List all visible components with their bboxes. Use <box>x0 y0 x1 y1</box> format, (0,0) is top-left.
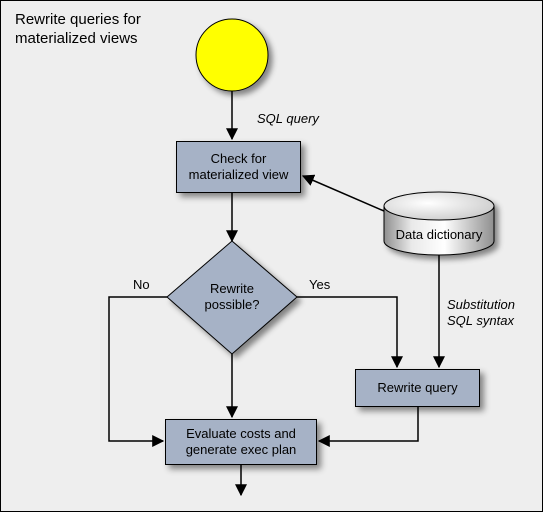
yes-label: Yes <box>309 277 330 292</box>
rewrite-query-node: Rewrite query <box>355 369 480 407</box>
check-node: Check for materialized view <box>176 141 301 193</box>
decision-text: Rewrite possible? <box>187 277 277 317</box>
data-dictionary-node <box>384 192 494 255</box>
evaluate-node: Evaluate costs and generate exec plan <box>165 419 317 465</box>
edge-rewrite-to-evaluate <box>319 407 418 441</box>
sql-query-label: SQL query <box>257 111 319 126</box>
start-node <box>196 19 268 91</box>
no-label: No <box>133 277 150 292</box>
edge-no-branch <box>109 297 167 441</box>
edge-yes-branch <box>297 297 397 367</box>
edge-dict-to-check <box>303 176 384 211</box>
substitution-label: Substitution SQL syntax <box>447 297 515 328</box>
diagram-canvas: Rewrite queries for materialized views <box>0 0 543 512</box>
data-dictionary-label: Data dictionary <box>396 227 483 242</box>
